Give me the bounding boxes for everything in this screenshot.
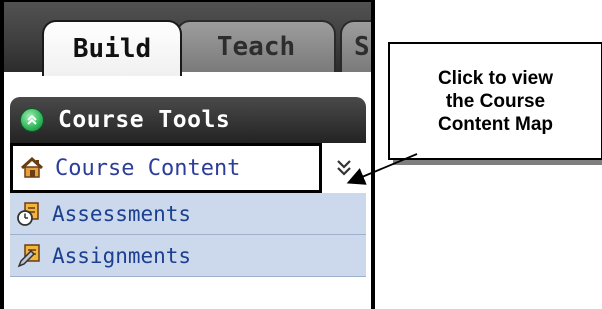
assignment-pencil-icon [16, 243, 42, 269]
callout-box: Click to view the Course Content Map [388, 42, 602, 160]
menu-item-label: Course Content [55, 155, 241, 181]
tab-student-label: St [354, 32, 371, 62]
tab-build-label: Build [72, 34, 152, 64]
menu-item-label: Assessments [52, 201, 192, 226]
tab-build[interactable]: Build [42, 20, 182, 76]
menu-item-label: Assignments [52, 243, 192, 268]
tab-student[interactable]: St [340, 20, 371, 72]
course-tools-header[interactable]: Course Tools [10, 97, 366, 143]
lms-screenshot: St Teach Build Course Tools [0, 0, 375, 309]
course-content-highlight[interactable]: Course Content [10, 143, 322, 193]
assessment-clock-icon [16, 201, 42, 227]
collapse-up-icon[interactable] [20, 108, 44, 132]
callout-text: Click to view the Course Content Map [437, 67, 554, 135]
menu-item-course-content[interactable]: Course Content [10, 143, 366, 193]
menu-item-assignments[interactable]: Assignments [10, 235, 366, 277]
course-tools-menu: Course Content Assessments Assignments [10, 143, 366, 277]
double-chevron-down-icon[interactable] [330, 151, 358, 185]
home-icon [19, 155, 45, 181]
tab-teach[interactable]: Teach [176, 20, 336, 72]
course-tools-title: Course Tools [58, 107, 231, 133]
tab-teach-label: Teach [216, 32, 296, 62]
menu-item-assessments[interactable]: Assessments [10, 193, 366, 235]
